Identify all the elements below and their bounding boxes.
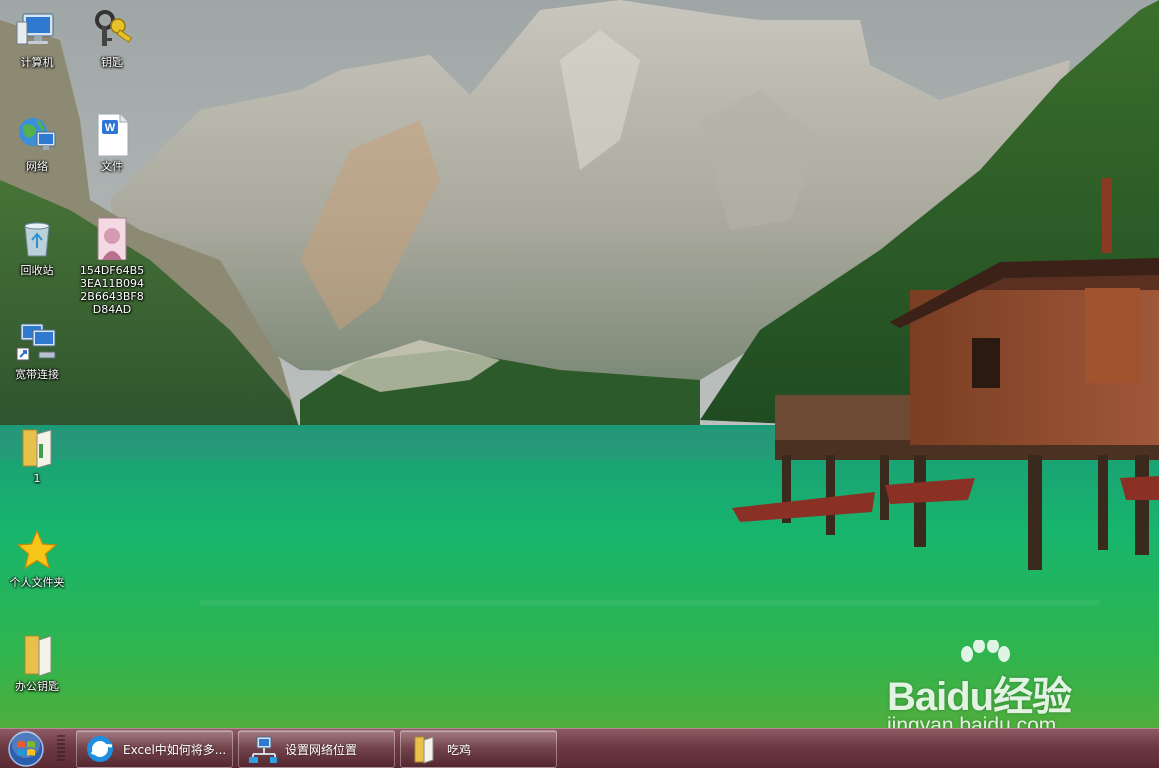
desktop-icon-label: 办公钥匙: [15, 680, 59, 693]
desktop-icon-network[interactable]: 网络: [0, 110, 74, 173]
taskbar-button-excel-browser[interactable]: Excel中如何将多...: [76, 730, 233, 768]
taskbar-grip[interactable]: [57, 735, 65, 763]
recycle-bin-icon: [13, 214, 61, 262]
desktop-icon-label: 154DF64B53EA11B0942B6643BF8D84AD: [79, 264, 145, 316]
taskbar-button-label: Excel中如何将多...: [123, 742, 227, 757]
baidu-jingyan-watermark: Baidu经验 jingyan.baidu.com: [887, 640, 1097, 740]
taskbar-button-folder[interactable]: 吃鸡: [400, 730, 557, 768]
taskbar-button-network-location[interactable]: 设置网络位置: [238, 730, 395, 768]
computer-icon: [13, 6, 61, 54]
desktop-icon-label: 网络: [26, 160, 48, 173]
folder-icon: [409, 734, 439, 764]
desktop-icon-file[interactable]: W 文件: [75, 110, 149, 173]
network-globe-icon: [13, 110, 61, 158]
desktop-icon-folder-1[interactable]: 1: [0, 422, 74, 485]
desktop-wallpaper: [0, 0, 1159, 728]
desktop-icon-office-keys[interactable]: 办公钥匙: [0, 630, 74, 693]
desktop-icon-label: 宽带连接: [15, 368, 59, 381]
desktop-icon-label: 回收站: [20, 264, 54, 277]
star-icon: [13, 526, 61, 574]
folder-icon: [13, 630, 61, 678]
browser-icon: [85, 734, 115, 764]
desktop-icon-label: 文件: [101, 160, 123, 173]
desktop-icon-label: 钥匙: [101, 56, 123, 69]
keys-icon: [88, 6, 136, 54]
desktop-icon-label: 计算机: [20, 56, 54, 69]
taskbar: Excel中如何将多... 设置网络位置 吃鸡: [0, 728, 1159, 768]
svg-text:W: W: [105, 122, 116, 134]
broadband-connection-icon: [13, 318, 61, 366]
taskbar-button-label: 吃鸡: [447, 742, 472, 757]
desktop-icon-computer[interactable]: 计算机: [0, 6, 74, 69]
network-settings-icon: [247, 734, 277, 764]
image-file-icon: [88, 214, 136, 262]
desktop-icon-label: 1: [33, 472, 41, 485]
taskbar-button-label: 设置网络位置: [285, 742, 358, 757]
windows-start-orb-icon: [8, 730, 44, 767]
start-button[interactable]: [6, 730, 46, 768]
folder-icon: [13, 422, 61, 470]
wps-document-icon: W: [88, 110, 136, 158]
desktop-icon-broadband[interactable]: 宽带连接: [0, 318, 74, 381]
desktop-icon-image-file[interactable]: 154DF64B53EA11B0942B6643BF8D84AD: [75, 214, 149, 316]
desktop-icon-label: 个人文件夹: [9, 576, 65, 589]
desktop-icon-personal-folder[interactable]: 个人文件夹: [0, 526, 74, 589]
desktop-icon-keys[interactable]: 钥匙: [75, 6, 149, 69]
desktop-icon-recycle-bin[interactable]: 回收站: [0, 214, 74, 277]
